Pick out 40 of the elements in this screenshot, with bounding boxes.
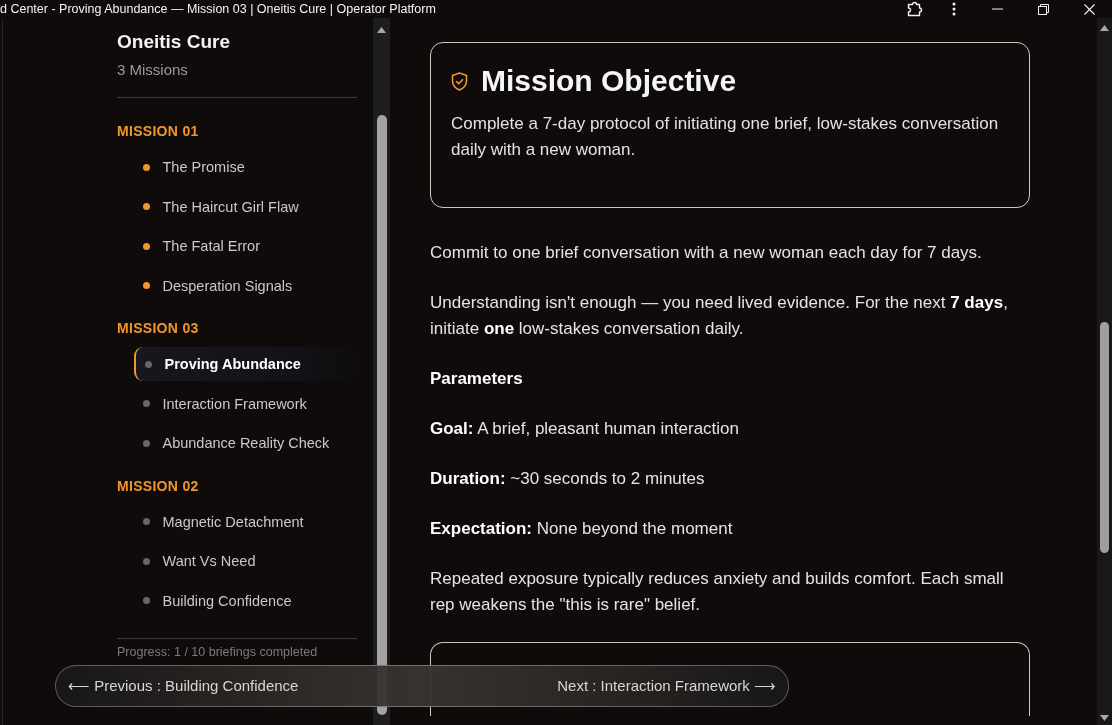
progress-text: Progress: 1 / 10 briefings completed bbox=[117, 644, 319, 660]
sidebar-item[interactable]: Building Confidence bbox=[134, 583, 360, 618]
paragraph: Duration: ~30 seconds to 2 minutes bbox=[430, 468, 706, 490]
paragraph: Commit to one brief conversation with a new woman each day for 7 days. bbox=[430, 242, 983, 264]
window-title: d Center - Proving Abundance — Mission 03 | Oneitis Cure | Operator Platform bbox=[0, 0, 436, 17]
sidebar-item[interactable]: Magnetic Detachment bbox=[134, 504, 360, 539]
paragraph: Expectation: None beyond the moment bbox=[430, 518, 734, 540]
sidebar-item[interactable]: The Promise bbox=[134, 150, 360, 184]
paragraph: Understanding isn't enough — you need lived evidence. For the next 7 days, initiate one low-stakes conversation daily. bbox=[430, 292, 1009, 340]
objective-text: Complete a 7-day protocol of initiating one brief, low-stakes conversation daily with a new woman. bbox=[451, 113, 1000, 161]
scrollbar[interactable] bbox=[373, 18, 390, 725]
course-title: Oneitis Cure bbox=[117, 30, 231, 54]
scrollbar[interactable] bbox=[1097, 18, 1112, 725]
mission-heading: MISSION 03 bbox=[117, 319, 200, 338]
sidebar-item[interactable]: The Haircut Girl Flaw bbox=[134, 189, 360, 224]
mission-heading: MISSION 01 bbox=[117, 122, 200, 141]
restore-icon[interactable] bbox=[1037, 3, 1049, 15]
minimize-icon[interactable] bbox=[991, 8, 1003, 10]
puzzle-piece-icon[interactable] bbox=[905, 1, 923, 17]
scroll-up-arrow-icon[interactable] bbox=[1100, 25, 1109, 31]
sidebar-item[interactable]: Desperation Signals bbox=[134, 268, 360, 303]
scrollbar-thumb[interactable] bbox=[1100, 322, 1109, 553]
mission-count: 3 Missions bbox=[117, 60, 189, 80]
scroll-down-arrow-icon[interactable] bbox=[1100, 715, 1109, 721]
close-icon[interactable] bbox=[1083, 3, 1095, 15]
sidebar-item[interactable]: Interaction Framework bbox=[134, 386, 360, 421]
sidebar-item[interactable]: Want Vs Need bbox=[134, 544, 360, 578]
shield-check-icon bbox=[451, 71, 468, 91]
paragraph: Goal: A brief, pleasant human interaction bbox=[430, 418, 740, 440]
mission-heading: MISSION 02 bbox=[117, 476, 200, 496]
more-options-icon[interactable] bbox=[952, 2, 956, 16]
sidebar-item[interactable]: The Fatal Error bbox=[134, 229, 360, 263]
section-heading: Parameters bbox=[430, 368, 524, 390]
scroll-up-arrow-icon[interactable] bbox=[377, 27, 386, 33]
previous-button[interactable]: ⟵ Previous : Building Confidence bbox=[66, 675, 301, 697]
card-heading: Mission Objective bbox=[481, 63, 737, 99]
next-button[interactable]: Next : Interaction Framework ⟶ bbox=[555, 675, 778, 697]
paragraph: Repeated exposure typically reduces anxiety and builds comfort. Each small rep weakens the "this is rare" belief. bbox=[430, 568, 1005, 616]
sidebar-item[interactable]: Abundance Reality Check bbox=[134, 426, 360, 460]
scrollbar-thumb[interactable] bbox=[376, 115, 387, 715]
